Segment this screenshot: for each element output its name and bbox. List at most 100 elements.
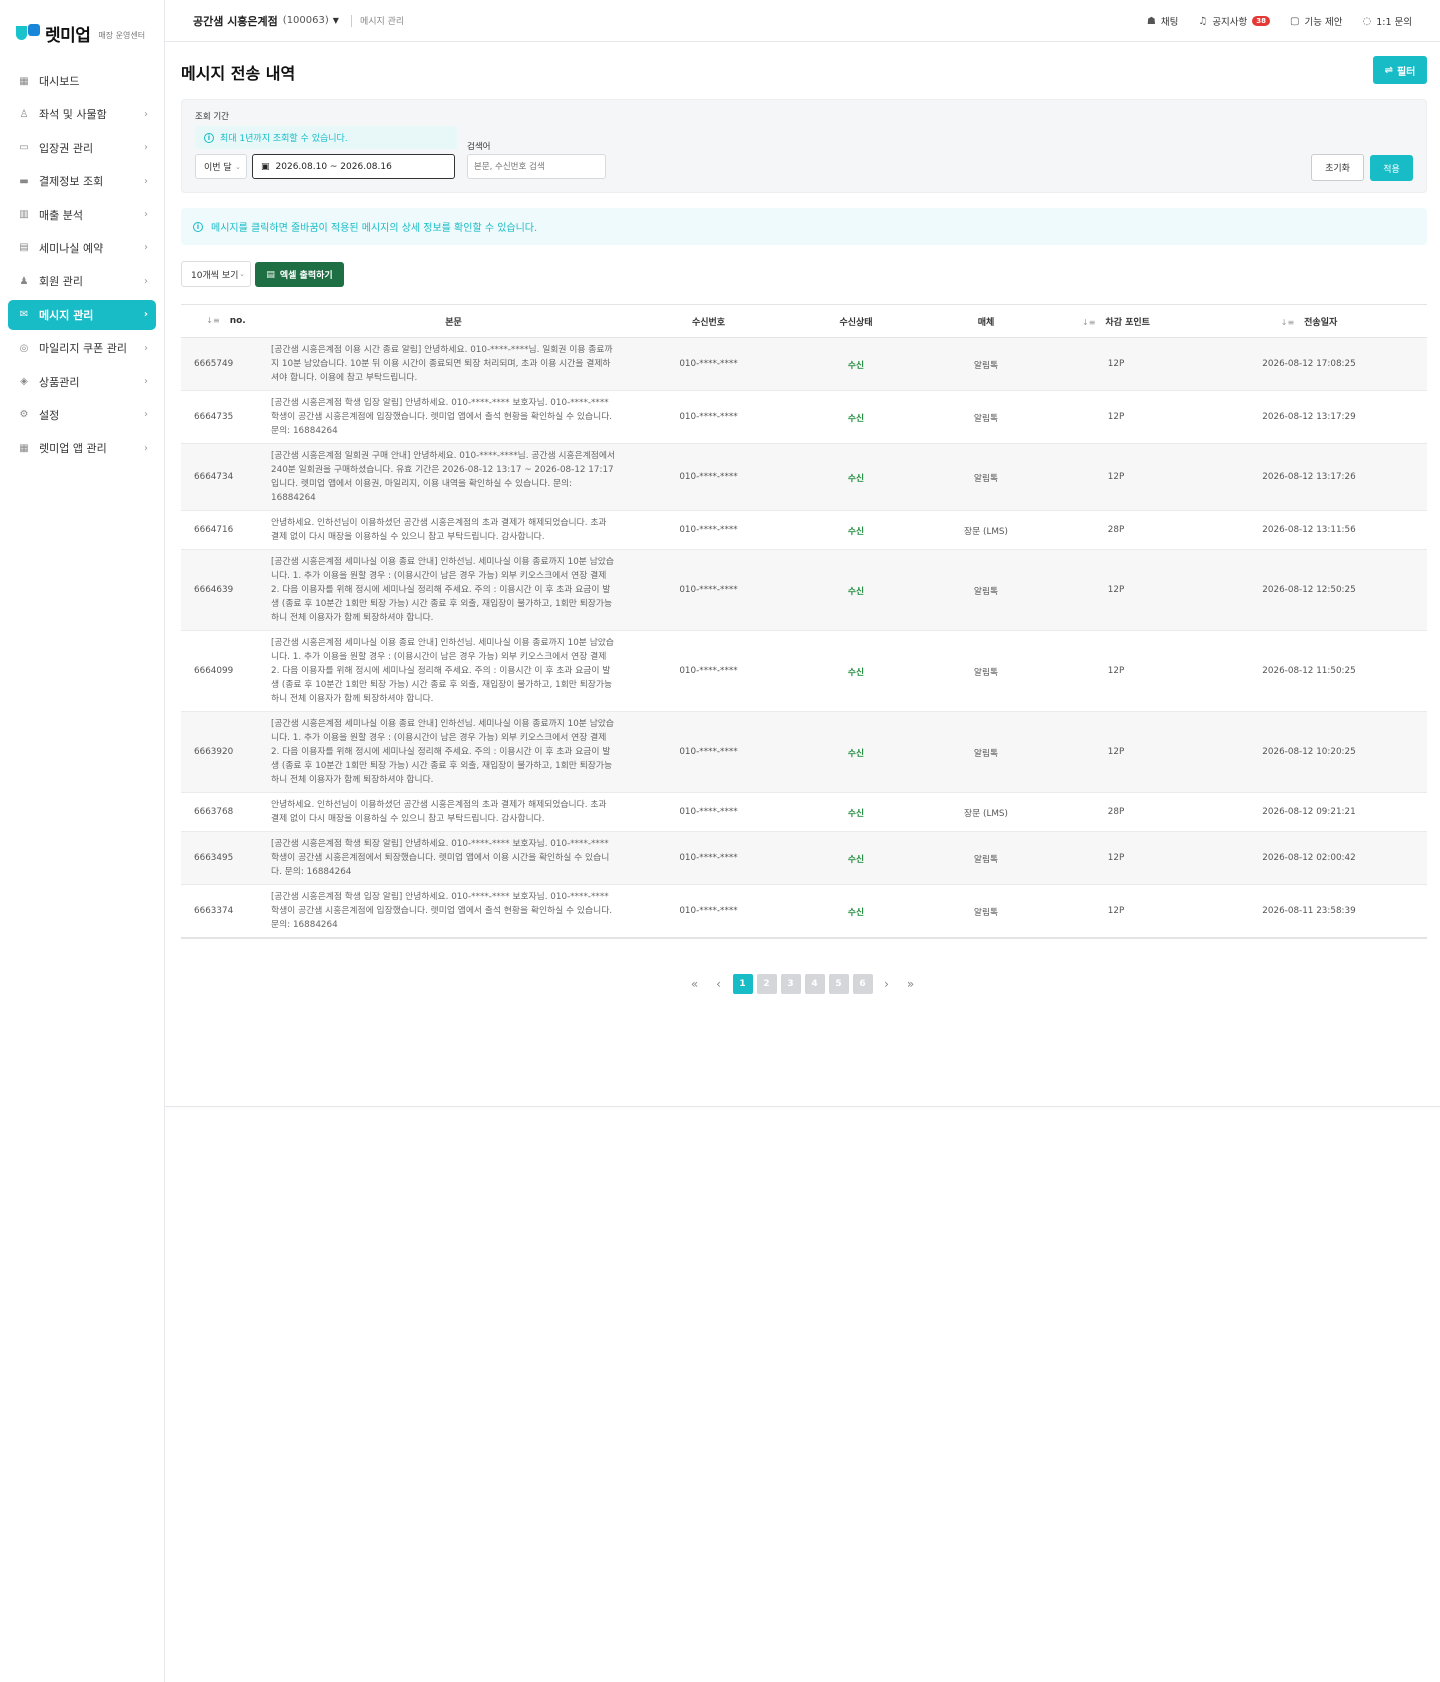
cell-body[interactable]: [공간샘 시흥은계점 세미나실 이용 종료 안내] 인하선님. 세미나실 이용 …	[271, 550, 636, 631]
brand-sub: 매장 운영센터	[98, 30, 146, 40]
sidebar-item[interactable]: ▭ 입장권 관리 ›	[8, 133, 156, 163]
sidebar-item[interactable]: ▤ 세미나실 예약 ›	[8, 233, 156, 263]
date-range-picker[interactable]: ▣ 2026.08.10 ~ 2026.08.16	[252, 154, 455, 179]
cell-body[interactable]: [공간샘 시흥은계점 이용 시간 종료 알림] 안녕하세요. 010-****-…	[271, 338, 636, 391]
sidebar-item[interactable]: ▬ 결제정보 조회 ›	[8, 166, 156, 196]
table-row[interactable]: 6663768 안녕하세요. 인하선님이 이용하셨던 공간샘 시흥은계점의 초과 …	[181, 793, 1427, 832]
sidebar-item-icon: ▥	[19, 209, 29, 221]
cell-body[interactable]: [공간샘 시흥은계점 세미나실 이용 종료 안내] 인하선님. 세미나실 이용 …	[271, 631, 636, 712]
sidebar-item[interactable]: ▦ 렛미업 앱 관리 ›	[8, 433, 156, 463]
sidebar-item[interactable]: ⚙ 설정 ›	[8, 400, 156, 430]
sidebar-item-label: 설정	[39, 408, 60, 422]
sidebar-item-label: 상품관리	[39, 375, 80, 389]
col-point[interactable]: ↓≡ 차감 포인트	[1041, 305, 1191, 338]
header-action[interactable]: ♫ 공지사항 38	[1198, 14, 1271, 28]
cell-point: 28P	[1107, 807, 1125, 817]
filter-button-label: 필터	[1396, 66, 1416, 78]
keyword-input[interactable]	[467, 154, 606, 179]
store-name[interactable]: 공간샘 시흥은계점	[193, 13, 278, 29]
cell-point: 12P	[1107, 666, 1125, 676]
page-size-value: 10개씩 보기	[191, 270, 239, 281]
page-number[interactable]: 5	[828, 974, 849, 994]
info-banner-text: 메시지를 클릭하면 줄바꿈이 적용된 메시지의 상세 정보를 확인할 수 있습니…	[211, 223, 538, 234]
cell-body[interactable]: [공간샘 시흥은계점 일회권 구매 안내] 안녕하세요. 010-****-**…	[271, 444, 636, 511]
chevron-right-icon: ›	[144, 142, 148, 154]
table-row[interactable]: 6664639 [공간샘 시흥은계점 세미나실 이용 종료 안내] 인하선님. 세…	[181, 549, 1427, 631]
table-row[interactable]: 6664735 [공간샘 시흥은계점 학생 입장 알림] 안녕하세요. 010-*…	[181, 391, 1427, 444]
last-page-icon[interactable]: »	[901, 974, 921, 994]
table-row[interactable]: 6663495 [공간샘 시흥은계점 학생 퇴장 알림] 안녕하세요. 010-*…	[181, 831, 1427, 885]
store-id: (100063)	[282, 15, 329, 26]
sidebar-item-label: 마일리지 쿠폰 관리	[39, 342, 127, 356]
header-action[interactable]: ▢ 기능 제안	[1290, 14, 1342, 29]
apply-button[interactable]: 적용	[1370, 155, 1413, 181]
cell-date: 2026-08-12 02:00:42	[1262, 853, 1356, 863]
period-select[interactable]: 이번 달 ⌄	[195, 154, 247, 179]
page-number[interactable]: 1	[732, 974, 753, 994]
reset-button[interactable]: 초기화	[1311, 154, 1364, 181]
excel-export-button[interactable]: ▤ 엑셀 출력하기	[255, 262, 344, 287]
cell-body[interactable]: [공간샘 시흥은계점 학생 입장 알림] 안녕하세요. 010-****-***…	[271, 885, 636, 939]
header-action[interactable]: ☗ 채팅	[1147, 14, 1178, 29]
filter-panel: 조회 기간 i 최대 1년까지 조회할 수 있습니다. 이번 달 ⌄ ▣ 202…	[181, 99, 1427, 193]
cell-media: 알림톡	[973, 907, 999, 918]
breadcrumb-divider	[350, 14, 352, 27]
cell-body[interactable]: 안녕하세요. 인하선님이 이용하셨던 공간샘 시흥은계점의 초과 결제가 해제되…	[271, 793, 636, 832]
sidebar-item[interactable]: ✉ 메시지 관리 ›	[8, 299, 156, 330]
page-number[interactable]: 2	[756, 974, 777, 994]
first-page-icon[interactable]: «	[685, 974, 705, 994]
table-row[interactable]: 6663920 [공간샘 시흥은계점 세미나실 이용 종료 안내] 인하선님. 세…	[181, 711, 1427, 793]
sidebar-item[interactable]: ♙ 좌석 및 사물함 ›	[8, 99, 156, 129]
table-row[interactable]: 6664716 안녕하세요. 인하선님이 이용하셨던 공간샘 시흥은계점의 초과 …	[181, 511, 1427, 550]
cell-status: 수신	[847, 526, 865, 537]
chevron-right-icon: ›	[144, 376, 148, 388]
page-number[interactable]: 3	[780, 974, 801, 994]
col-no[interactable]: ↓≡ no.	[181, 305, 271, 338]
table-row[interactable]: 6665749 [공간샘 시흥은계점 이용 시간 종료 알림] 안녕하세요. 01…	[181, 337, 1427, 391]
page-number[interactable]: 6	[852, 974, 873, 994]
sidebar-item[interactable]: ◈ 상품관리 ›	[8, 367, 156, 397]
page-number[interactable]: 4	[804, 974, 825, 994]
cell-status: 수신	[847, 360, 865, 371]
cell-point: 12P	[1107, 585, 1125, 595]
prev-page-icon[interactable]: ‹	[709, 974, 729, 994]
cell-body[interactable]: 안녕하세요. 인하선님이 이용하셨던 공간샘 시흥은계점의 초과 결제가 해제되…	[271, 511, 636, 550]
excel-export-label: 엑셀 출력하기	[279, 271, 333, 281]
table-row[interactable]: 6664734 [공간샘 시흥은계점 일회권 구매 안내] 안녕하세요. 010-…	[181, 443, 1427, 511]
cell-status: 수신	[847, 667, 865, 678]
breadcrumb: 메시지 관리	[359, 17, 405, 27]
sidebar-item-label: 회원 관리	[39, 275, 83, 289]
col-date[interactable]: ↓≡ 전송일자	[1191, 305, 1427, 338]
sidebar-item[interactable]: ▦ 대시보드	[8, 66, 156, 96]
sidebar-item[interactable]: ▥ 매출 분석 ›	[8, 200, 156, 230]
filter-button[interactable]: ⇌ 필터	[1373, 56, 1427, 84]
table-row[interactable]: 6664099 [공간샘 시흥은계점 세미나실 이용 종료 안내] 인하선님. 세…	[181, 631, 1427, 712]
cell-no: 6663920	[194, 747, 234, 757]
next-page-icon[interactable]: ›	[877, 974, 897, 994]
brand-logo[interactable]: 렛미업 매장 운영센터	[0, 0, 164, 66]
sidebar-item[interactable]: ♟ 회원 관리 ›	[8, 266, 156, 296]
sidebar-item[interactable]: ◎ 마일리지 쿠폰 관리 ›	[8, 333, 156, 363]
cell-body[interactable]: [공간샘 시흥은계점 세미나실 이용 종료 안내] 인하선님. 세미나실 이용 …	[271, 712, 636, 793]
cell-point: 12P	[1107, 472, 1125, 482]
table-row[interactable]: 6663374 [공간샘 시흥은계점 학생 입장 알림] 안녕하세요. 010-*…	[181, 885, 1427, 939]
header-action-label: 1:1 문의	[1376, 17, 1412, 28]
brand-name: 렛미업	[45, 25, 91, 46]
pagination: «‹ 1 2 3 4 5 6 ›»	[165, 974, 1440, 994]
sidebar-item-icon: ♟	[19, 275, 29, 287]
sidebar-item-icon: ◎	[19, 342, 29, 354]
cell-point: 12P	[1107, 906, 1125, 916]
chevron-right-icon: ›	[144, 442, 148, 454]
period-note: i 최대 1년까지 조회할 수 있습니다.	[195, 126, 457, 149]
cell-date: 2026-08-12 12:50:25	[1262, 585, 1356, 595]
cell-body[interactable]: [공간샘 시흥은계점 학생 퇴장 알림] 안녕하세요. 010-****-***…	[271, 832, 636, 885]
header-action[interactable]: ◌ 1:1 문의	[1362, 14, 1412, 29]
cell-phone: 010-****-****	[679, 906, 738, 916]
cell-date: 2026-08-11 23:58:39	[1262, 906, 1356, 916]
page-size-select[interactable]: 10개씩 보기 ⌄	[181, 261, 251, 287]
cell-date: 2026-08-12 17:08:25	[1262, 359, 1356, 369]
excel-icon: ▤	[266, 269, 275, 280]
cell-body[interactable]: [공간샘 시흥은계점 학생 입장 알림] 안녕하세요. 010-****-***…	[271, 391, 636, 444]
main-content: 메시지 전송 내역 ⇌ 필터 조회 기간 i 최대 1년까지 조회할 수 있습니…	[165, 42, 1440, 1106]
store-dropdown-icon[interactable]: ▼	[333, 16, 339, 25]
